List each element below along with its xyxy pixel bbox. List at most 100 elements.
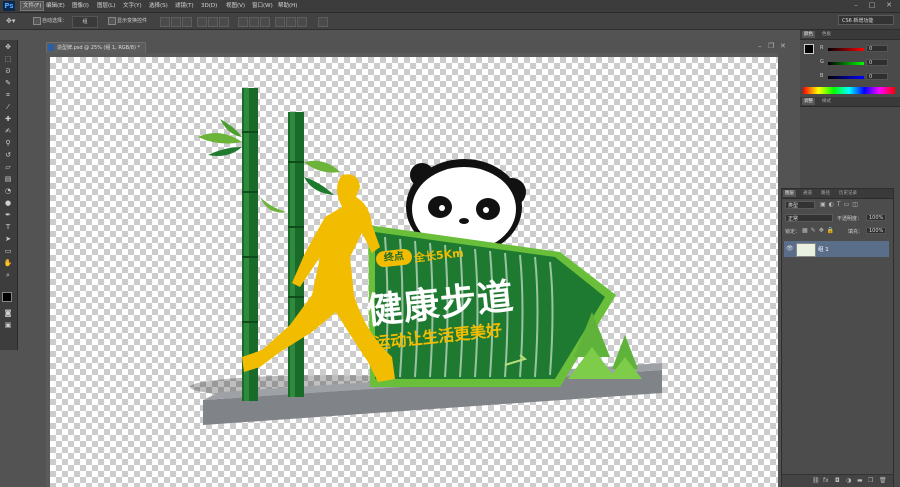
toolbox: ✥ ⬚ ᘐ ✎ ⌗ ⁄ ✚ ✍ ⚲ ↺ ▱ ▤ ◔ ● ✒ T ➤ ▭ ✋ ⌕ … <box>0 40 18 350</box>
menu-image[interactable]: 图像(I) <box>70 2 91 10</box>
align-right-icon[interactable] <box>219 17 229 27</box>
path-select-tool-icon[interactable]: ➤ <box>2 234 14 245</box>
distribute-bottom-icon[interactable] <box>260 17 270 27</box>
align-top-icon[interactable] <box>160 17 170 27</box>
psd-file-icon <box>48 44 54 51</box>
maximize-button[interactable]: □ <box>866 1 878 10</box>
blue-slider[interactable] <box>828 76 864 79</box>
menu-view[interactable]: 视图(V) <box>224 2 247 10</box>
menu-3d[interactable]: 3D(D) <box>199 2 219 10</box>
align-hcenter-icon[interactable] <box>208 17 218 27</box>
show-transform-checkbox[interactable] <box>108 17 116 25</box>
move-tool-icon[interactable]: ✥ <box>2 42 14 53</box>
doc-close-icon[interactable]: ✕ <box>780 42 786 50</box>
eyedropper-tool-icon[interactable]: ⁄ <box>2 102 14 113</box>
minimize-button[interactable]: – <box>850 1 862 10</box>
distribute-left-icon[interactable] <box>275 17 285 27</box>
align-vcenter-icon[interactable] <box>171 17 181 27</box>
quick-select-tool-icon[interactable]: ✎ <box>2 78 14 89</box>
menu-window[interactable]: 窗口(W) <box>250 2 275 10</box>
layers-footer: ⛓ fx ◘ ◑ ▬ ❐ 🗑 <box>782 474 893 487</box>
auto-select-checkbox[interactable] <box>33 17 41 25</box>
menu-help[interactable]: 帮助(H) <box>276 2 299 10</box>
align-left-icon[interactable] <box>197 17 207 27</box>
color-spectrum-bar[interactable] <box>803 87 895 94</box>
layer-row[interactable]: 👁 组 1 <box>784 241 889 257</box>
tab-color[interactable]: 颜色 <box>802 31 815 38</box>
brush-tool-icon[interactable]: ✍ <box>2 126 14 137</box>
healing-tool-icon[interactable]: ✚ <box>2 114 14 125</box>
link-icon[interactable]: ⛓ <box>812 477 820 484</box>
workspace-dropdown[interactable]: CS6 新增功能 <box>838 15 894 25</box>
document-tab[interactable]: 造型牌.psd @ 25% (组 1, RGB/8) * <box>46 42 146 53</box>
green-value-field[interactable]: 0 <box>866 59 888 66</box>
tab-channels[interactable]: 通道 <box>801 190 814 197</box>
quick-mask-icon[interactable]: ◙ <box>2 308 14 319</box>
type-tool-icon[interactable]: T <box>2 222 14 233</box>
layer-filter-icons[interactable]: ▣◐T▭◫ <box>820 201 861 208</box>
tab-adjustments[interactable]: 调整 <box>802 98 815 105</box>
distribute-vcenter-icon[interactable] <box>249 17 259 27</box>
doc-minimize-icon[interactable]: – <box>758 42 762 50</box>
zoom-tool-icon[interactable]: ⌕ <box>2 270 14 281</box>
signboard-artwork <box>190 88 662 425</box>
mask-icon[interactable]: ◘ <box>835 477 840 484</box>
blend-mode-dropdown[interactable]: 正常 <box>785 214 833 222</box>
auto-align-icon[interactable] <box>318 17 328 27</box>
blur-tool-icon[interactable]: ◔ <box>2 186 14 197</box>
new-layer-icon[interactable]: ❐ <box>868 477 873 484</box>
dodge-tool-icon[interactable]: ● <box>2 198 14 209</box>
fill-field[interactable]: 100% <box>866 227 886 234</box>
tab-swatches[interactable]: 色板 <box>820 31 833 38</box>
screen-mode-icon[interactable]: ▣ <box>2 320 14 331</box>
green-slider[interactable] <box>828 62 864 65</box>
folder-icon[interactable]: ▬ <box>857 477 863 484</box>
distribute-hcenter-icon[interactable] <box>286 17 296 27</box>
color-panel-tabs: 颜色 色板 <box>800 30 900 40</box>
layer-filter-dropdown[interactable]: 类型 <box>785 201 815 209</box>
marquee-tool-icon[interactable]: ⬚ <box>2 54 14 65</box>
gradient-tool-icon[interactable]: ▤ <box>2 174 14 185</box>
history-brush-tool-icon[interactable]: ↺ <box>2 150 14 161</box>
red-value-field[interactable]: 0 <box>866 45 888 52</box>
tab-layers[interactable]: 图层 <box>783 190 796 197</box>
auto-select-dropdown[interactable]: 组 <box>72 16 98 28</box>
menu-select[interactable]: 选择(S) <box>147 2 170 10</box>
trash-icon[interactable]: 🗑 <box>879 477 887 484</box>
align-bottom-icon[interactable] <box>182 17 192 27</box>
crop-tool-icon[interactable]: ⌗ <box>2 90 14 101</box>
tab-paths[interactable]: 路径 <box>819 190 832 197</box>
menu-type[interactable]: 文字(Y) <box>121 2 144 10</box>
show-transform-label: 显示变换控件 <box>117 18 148 24</box>
distribute-top-icon[interactable] <box>238 17 248 27</box>
adjustment-icon[interactable]: ◑ <box>846 477 851 484</box>
channel-label-b: B <box>820 73 824 79</box>
stamp-tool-icon[interactable]: ⚲ <box>2 138 14 149</box>
hand-tool-icon[interactable]: ✋ <box>2 258 14 269</box>
opacity-field[interactable]: 100% <box>866 214 886 221</box>
doc-restore-icon[interactable]: ❐ <box>768 42 774 50</box>
fx-icon[interactable]: fx <box>823 477 829 484</box>
pen-tool-icon[interactable]: ✒ <box>2 210 14 221</box>
distribute-right-icon[interactable] <box>297 17 307 27</box>
options-bar: ✥▾ 自动选择： 组 显示变换控件 <box>0 13 900 30</box>
menu-layer[interactable]: 图层(L) <box>95 2 117 10</box>
menu-file[interactable]: 文件(F) <box>20 1 45 11</box>
shape-tool-icon[interactable]: ▭ <box>2 246 14 257</box>
red-slider[interactable] <box>828 48 864 51</box>
eraser-tool-icon[interactable]: ▱ <box>2 162 14 173</box>
foreground-color-swatch[interactable] <box>804 44 814 54</box>
layer-name[interactable]: 组 1 <box>818 245 829 253</box>
foreground-color-swatch[interactable] <box>2 292 12 302</box>
move-tool-icon[interactable]: ✥▾ <box>6 16 22 26</box>
lasso-tool-icon[interactable]: ᘐ <box>2 66 14 77</box>
menu-filter[interactable]: 滤镜(T) <box>173 2 196 10</box>
lock-icons[interactable]: ▦✎✥🔒 <box>802 227 837 234</box>
close-button[interactable]: ✕ <box>883 1 895 10</box>
menu-edit[interactable]: 编辑(E) <box>44 2 67 10</box>
tab-styles[interactable]: 样式 <box>820 98 833 105</box>
blue-value-field[interactable]: 0 <box>866 73 888 80</box>
canvas[interactable]: 终点 全长5Km 健康步道 运动让生活更美好 <box>50 57 778 487</box>
tab-history[interactable]: 历史记录 <box>837 190 859 197</box>
visibility-eye-icon[interactable]: 👁 <box>786 245 794 252</box>
